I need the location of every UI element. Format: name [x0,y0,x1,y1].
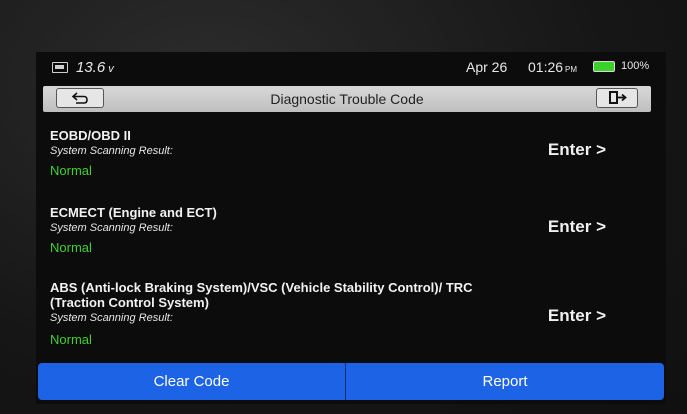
back-arrow-icon [71,92,88,104]
bottom-action-bar: Clear Code Report [38,363,664,400]
status-badge: Normal [50,163,92,178]
status-time-value: 01:26 [528,59,564,75]
status-bar: 13.6 v Apr 26 01:26 PM 100% [36,52,666,82]
status-date: Apr 26 [466,59,508,75]
battery-percent: 100% [621,60,650,72]
voltage-readout: 13.6 v [76,59,114,76]
vehicle-battery-icon [52,62,68,73]
report-button[interactable]: Report [346,363,664,400]
list-item-ecmect[interactable]: ECMECT (Engine and ECT) System Scanning … [50,205,650,256]
title-bar: Diagnostic Trouble Code [43,86,651,112]
list-item-eobd[interactable]: EOBD/OBD II System Scanning Result: Norm… [50,128,650,179]
status-badge: Normal [50,240,92,255]
voltage-unit: v [108,63,114,75]
voltage-value: 13.6 [76,59,106,76]
enter-button[interactable]: Enter > [548,140,606,160]
item-title: ECMECT (Engine and ECT) [50,205,217,220]
device-battery-icon [593,61,615,72]
list-item-abs[interactable]: ABS (Anti-lock Braking System)/VSC (Vehi… [50,280,650,348]
exit-door-icon [609,91,627,104]
back-button[interactable] [56,88,104,108]
status-time: 01:26 PM [528,59,577,75]
status-time-ampm: PM [565,65,578,74]
exit-button[interactable] [596,88,638,108]
item-title: EOBD/OBD II [50,128,131,143]
device-screen: 13.6 v Apr 26 01:26 PM 100% Diagnostic Tro… [36,52,666,404]
enter-button[interactable]: Enter > [548,217,606,237]
page-title: Diagnostic Trouble Code [270,91,424,107]
enter-button[interactable]: Enter > [548,306,606,326]
clear-code-button[interactable]: Clear Code [38,363,345,400]
item-title: ABS (Anti-lock Braking System)/VSC (Vehi… [50,280,473,310]
status-badge: Normal [50,332,92,347]
